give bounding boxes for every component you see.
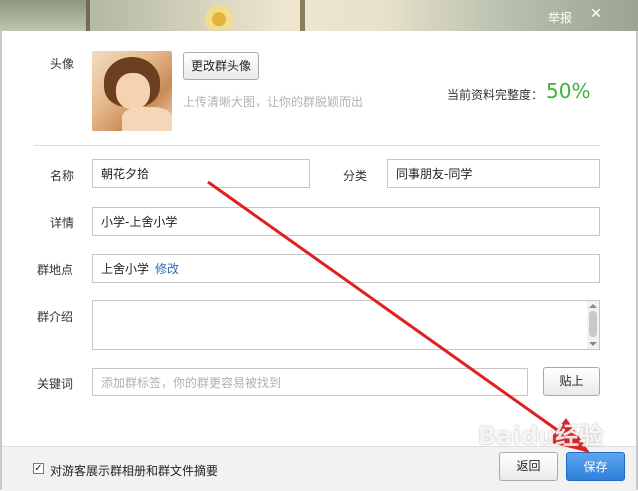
intro-label: 群介绍 xyxy=(37,310,74,324)
title-decoration-frame xyxy=(86,0,90,31)
window-left-border xyxy=(0,31,2,490)
title-decoration xyxy=(0,0,86,31)
save-button[interactable]: 保存 xyxy=(566,452,625,481)
location-value: 上舍小学 xyxy=(101,262,150,276)
show-album-checkbox[interactable]: ✓ xyxy=(33,463,44,474)
details-field[interactable]: 小学-上舍小学 xyxy=(92,207,600,236)
location-label: 群地点 xyxy=(37,263,74,277)
scroll-thumb[interactable] xyxy=(589,311,597,337)
keywords-label: 关键词 xyxy=(37,377,74,391)
show-album-label[interactable]: 对游客展示群相册和群文件摘要 xyxy=(50,462,218,479)
report-link[interactable]: 举报 xyxy=(548,9,572,26)
location-edit-link[interactable]: 修改 xyxy=(155,260,179,277)
completeness-value: 50% xyxy=(546,79,591,103)
intro-scrollbar[interactable] xyxy=(587,301,599,349)
scroll-down-icon[interactable] xyxy=(589,342,597,346)
back-button[interactable]: 返回 xyxy=(499,452,558,481)
group-avatar[interactable] xyxy=(92,51,172,131)
change-avatar-button[interactable]: 更改群头像 xyxy=(183,52,259,80)
name-label: 名称 xyxy=(50,169,75,183)
title-decoration-frame-2 xyxy=(300,0,305,31)
scroll-up-icon[interactable] xyxy=(589,304,597,308)
category-label: 分类 xyxy=(343,169,368,183)
details-value: 小学-上舍小学 xyxy=(101,215,178,229)
completeness-label: 当前资料完整度： xyxy=(447,88,544,102)
name-field[interactable]: 朝花夕拾 xyxy=(92,159,310,188)
close-icon[interactable]: ✕ xyxy=(584,3,608,25)
location-field: 上舍小学 修改 xyxy=(92,254,600,283)
flower-decoration xyxy=(200,6,238,30)
name-value: 朝花夕拾 xyxy=(101,167,150,181)
keywords-input[interactable]: 添加群标签，你的群更容易被找到 xyxy=(92,368,528,396)
title-bar: 举报 ✕ xyxy=(0,0,638,31)
category-select[interactable]: 同事朋友-同学 xyxy=(387,159,600,188)
category-value: 同事朋友-同学 xyxy=(396,167,473,181)
avatar-hint: 上传清晰大图，让你的群脱颖而出 xyxy=(183,95,364,109)
section-divider xyxy=(34,145,600,146)
details-label: 详情 xyxy=(50,216,75,230)
paste-button[interactable]: 贴上 xyxy=(543,367,600,396)
avatar-label: 头像 xyxy=(50,57,75,71)
keywords-placeholder: 添加群标签，你的群更容易被找到 xyxy=(101,375,282,390)
intro-textarea[interactable] xyxy=(92,300,600,350)
